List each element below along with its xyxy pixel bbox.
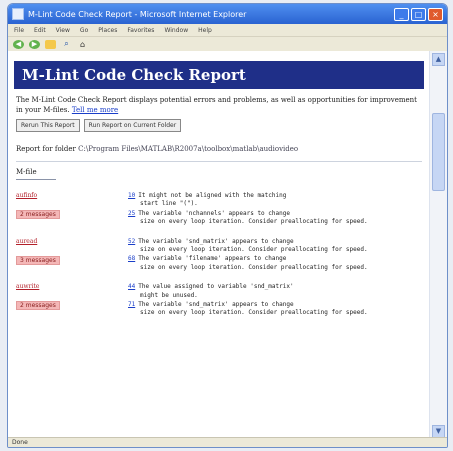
line-number-link[interactable]: 68 [128,255,135,262]
report-title-bar: M-Lint Code Check Report [14,61,424,89]
run-current-folder-button[interactable]: Run Report on Current Folder [83,119,182,132]
page-content: M-Lint Code Check Report The M-Lint Code… [8,51,430,440]
message-count-badge: 2 messages [16,301,60,311]
tell-me-more-link[interactable]: Tell me more [72,106,118,114]
lint-message: 68 The variable 'filename' appears to cha… [128,255,422,272]
home-icon[interactable]: ⌂ [77,40,88,49]
toolbar: ◀ ▶ ⌕ ⌂ [8,37,447,52]
entry-file: auread 3 messages [16,238,128,274]
menu-places[interactable]: Places [98,27,117,34]
message-continuation: size on every loop iteration. Consider p… [140,263,368,271]
folder-icon[interactable] [45,39,56,49]
report-entry: auread 3 messages 52 The variable 'snd_ma… [16,238,422,274]
minimize-button[interactable]: _ [394,7,409,21]
message-text: The variable 'filename' appears to chang… [138,255,287,263]
file-link[interactable]: auwrite [16,283,128,290]
window-title: M-Lint Code Check Report - Microsoft Int… [28,9,247,19]
message-count-badge: 2 messages [16,210,60,219]
message-count-badge: 3 messages [16,255,60,265]
status-text: Done [12,439,28,446]
maximize-button[interactable]: □ [411,7,426,21]
report-entry: auwrite 2 messages 44 The value assigned … [16,283,422,319]
line-number-link[interactable]: 71 [128,301,135,308]
menu-favorites[interactable]: Favorites [127,27,154,34]
report-folder-path: C:\Program Files\MATLAB\R2007a\toolbox\m… [78,145,299,153]
lint-message: 10 It might not be aligned with the match… [128,192,422,209]
vertical-scrollbar[interactable]: ▲ ▼ [429,51,447,440]
line-number-link[interactable]: 52 [128,238,135,245]
scroll-up-icon[interactable]: ▲ [432,53,445,66]
menu-file[interactable]: File [14,27,24,34]
back-icon[interactable]: ◀ [13,39,24,49]
divider [16,161,422,162]
report-buttons: Rerun This Report Run Report on Current … [16,119,422,132]
menu-edit[interactable]: Edit [34,27,46,34]
entry-file: aufinfo 2 messages [16,192,128,228]
title-bar[interactable]: M-Lint Code Check Report - Microsoft Int… [8,4,447,24]
message-continuation: start line "("). [140,200,198,208]
message-text: The variable 'snd_matrix' appears to cha… [138,237,294,245]
menu-help[interactable]: Help [198,27,212,34]
report-for-line: Report for folder C:\Program Files\MATLA… [16,145,422,153]
forward-icon[interactable]: ▶ [29,39,40,49]
message-continuation: size on every loop iteration. Consider p… [140,218,368,226]
message-continuation: might be unused. [140,291,198,299]
line-number-link[interactable]: 10 [128,192,135,199]
file-link[interactable]: aufinfo [16,192,128,199]
message-text: The value assigned to variable 'snd_matr… [138,283,294,291]
lint-message: 52 The variable 'snd_matrix' appears to c… [128,238,422,255]
column-header-label: M-file [16,168,37,176]
browser-window: M-Lint Code Check Report - Microsoft Int… [7,3,448,448]
rerun-report-button[interactable]: Rerun This Report [16,119,80,132]
file-link[interactable]: auread [16,238,128,245]
entry-messages: 52 The variable 'snd_matrix' appears to c… [128,238,422,274]
message-continuation: size on every loop iteration. Consider p… [140,246,368,254]
entry-messages: 10 It might not be aligned with the match… [128,192,422,228]
close-button[interactable]: × [428,7,443,21]
line-number-link[interactable]: 44 [128,283,135,290]
message-continuation: size on every loop iteration. Consider p… [140,309,368,317]
line-number-link[interactable]: 25 [128,210,135,217]
scrollbar-thumb[interactable] [432,113,445,191]
entry-messages: 44 The value assigned to variable 'snd_ma… [128,283,422,319]
entry-file: auwrite 2 messages [16,283,128,319]
lint-message: 71 The variable 'snd_matrix' appears to c… [128,301,422,318]
app-icon [12,8,24,20]
search-icon[interactable]: ⌕ [61,39,72,49]
report-intro: The M-Lint Code Check Report displays po… [16,95,422,115]
message-text: The variable 'nchannels' appears to chan… [138,209,290,217]
report-title: M-Lint Code Check Report [22,66,246,84]
menu-bar: File Edit View Go Places Favorites Windo… [8,24,447,37]
column-header-underline [16,179,56,180]
column-header: M-file [16,168,422,180]
menu-window[interactable]: Window [164,27,188,34]
lint-message: 25 The variable 'nchannels' appears to ch… [128,210,422,227]
menu-view[interactable]: View [56,27,70,34]
message-text: The variable 'snd_matrix' appears to cha… [138,301,294,309]
menu-go[interactable]: Go [80,27,88,34]
lint-message: 44 The value assigned to variable 'snd_ma… [128,283,422,300]
status-bar: Done [8,437,447,447]
report-entries: aufinfo 2 messages 10 It might not be ali… [16,192,422,319]
report-for-label: Report for folder [16,145,76,153]
report-entry: aufinfo 2 messages 10 It might not be ali… [16,192,422,228]
message-text: It might not be aligned with the matchin… [138,192,287,199]
